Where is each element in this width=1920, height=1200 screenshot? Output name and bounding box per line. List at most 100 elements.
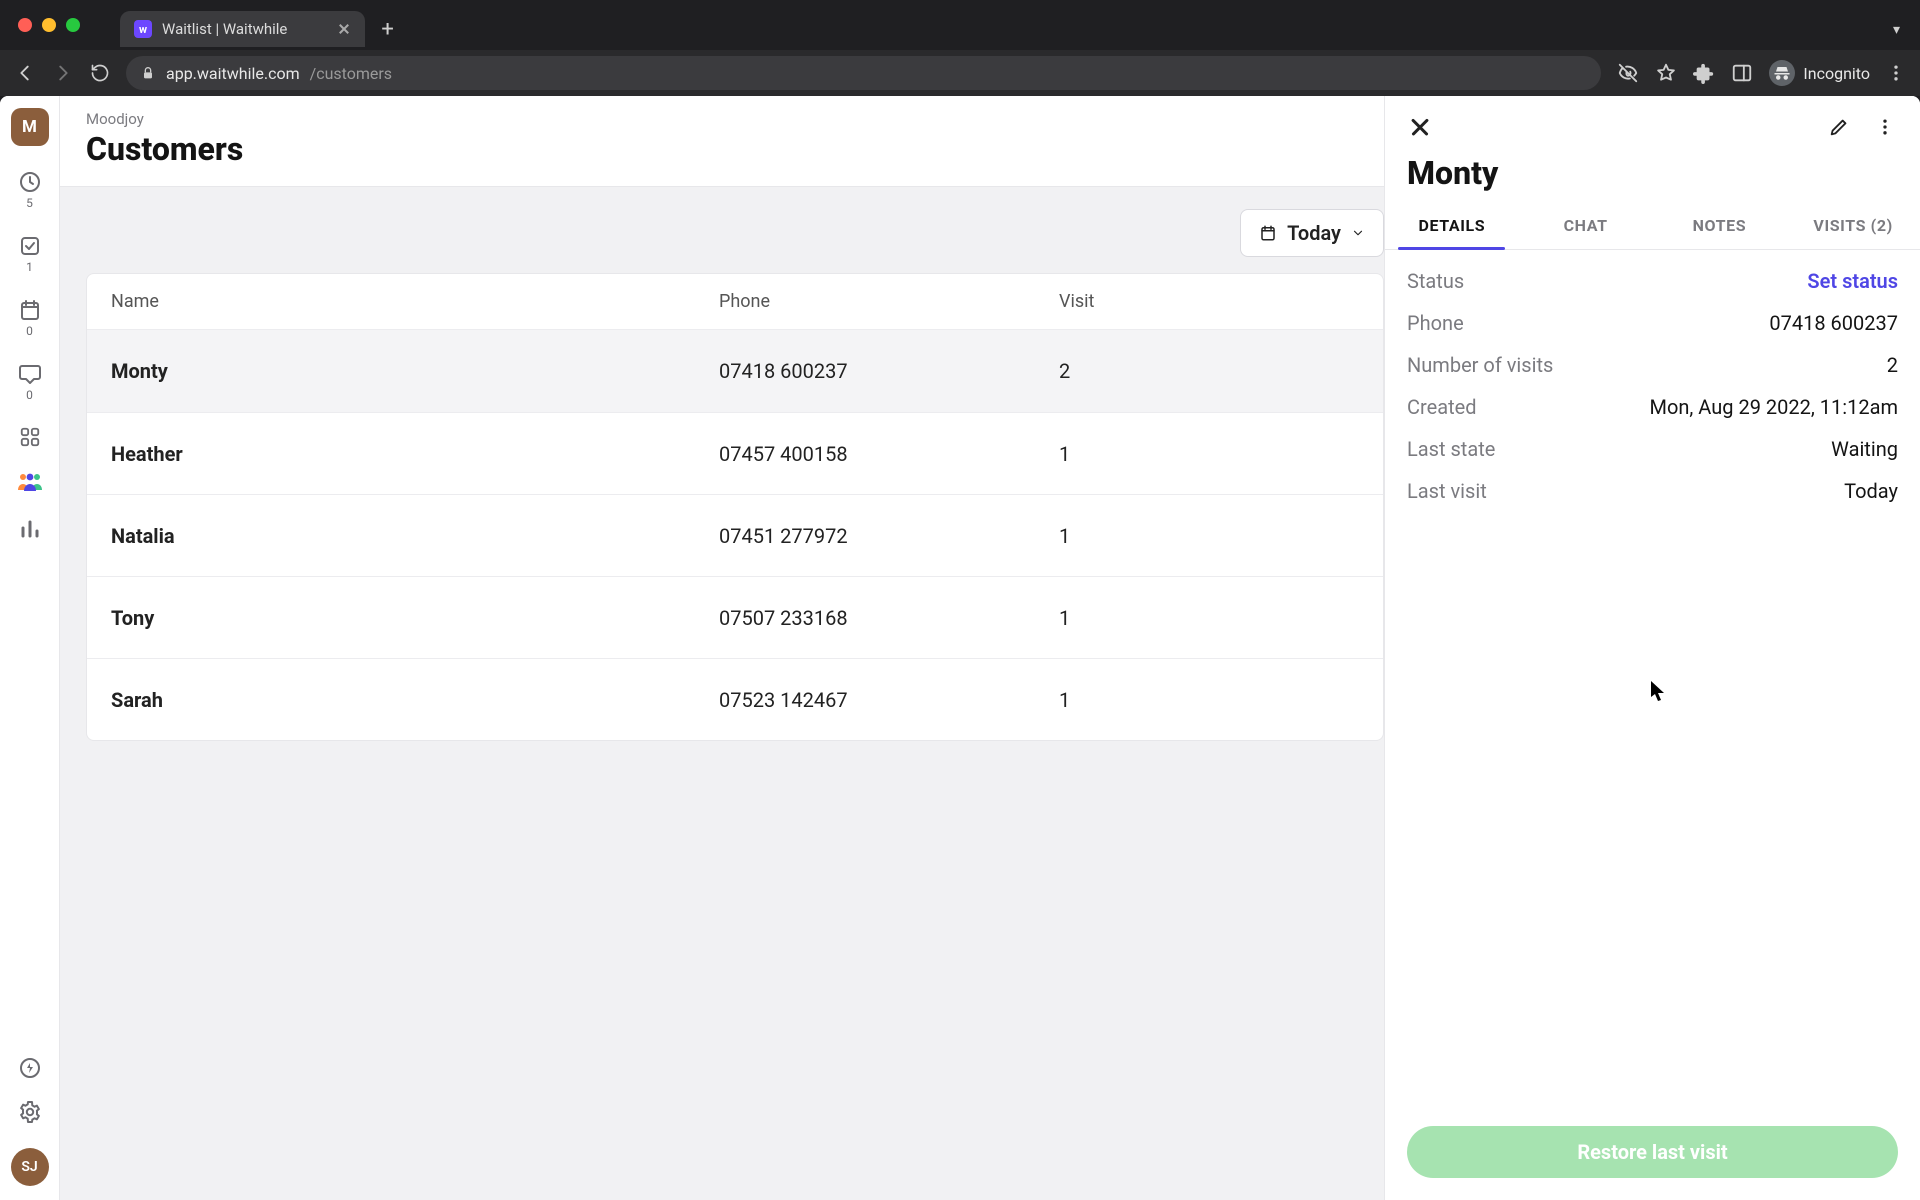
url-host: app.waitwhile.com xyxy=(166,64,300,83)
extensions-icon[interactable] xyxy=(1693,62,1715,84)
cell-name: Natalia xyxy=(111,524,719,548)
detail-row-laststate: Last state Waiting xyxy=(1407,432,1898,466)
grid-icon xyxy=(19,426,41,448)
macos-close-button[interactable] xyxy=(18,18,32,32)
rail-item-apps[interactable] xyxy=(19,426,41,448)
table-row[interactable]: Sarah07523 1424671 xyxy=(87,658,1383,740)
user-avatar[interactable]: SJ xyxy=(11,1148,49,1186)
detail-value: Mon, Aug 29 2022, 11:12am xyxy=(1650,395,1899,419)
date-filter-button[interactable]: Today xyxy=(1240,209,1384,257)
cell-name: Monty xyxy=(111,359,719,383)
col-name[interactable]: Name xyxy=(111,291,719,312)
browser-tab[interactable]: w Waitlist | Waitwhile xyxy=(120,11,365,47)
panel-header xyxy=(1385,96,1920,148)
table-row[interactable]: Heather07457 4001581 xyxy=(87,412,1383,494)
url-bar[interactable]: app.waitwhile.com/customers xyxy=(126,56,1601,90)
panel-tabs: DETAILS CHAT NOTES VISITS (2) xyxy=(1385,200,1920,250)
cell-visit: 1 xyxy=(1059,606,1359,630)
content-area: Today Name Phone Visit Monty07418 600237… xyxy=(60,187,1384,1200)
table-row[interactable]: Tony07507 2331681 xyxy=(87,576,1383,658)
tabbar-overflow-icon[interactable]: ▾ xyxy=(1893,22,1900,38)
cell-name: Sarah xyxy=(111,688,719,712)
rail-item-stats[interactable] xyxy=(18,516,42,540)
detail-row-visits: Number of visits 2 xyxy=(1407,348,1898,382)
side-panel-icon[interactable] xyxy=(1731,62,1753,84)
rail-item-checkbox[interactable]: 1 xyxy=(18,234,42,274)
detail-row-status: Status Set status xyxy=(1407,264,1898,298)
page-header: Moodjoy Customers xyxy=(60,96,1384,187)
calendar-icon xyxy=(18,298,42,322)
tab-favicon: w xyxy=(134,20,152,38)
customers-table: Name Phone Visit Monty07418 6002372Heath… xyxy=(86,273,1384,741)
nav-refresh-button[interactable] xyxy=(90,63,110,83)
macos-maximize-button[interactable] xyxy=(66,18,80,32)
rail-item-settings[interactable] xyxy=(18,1100,42,1124)
bolt-circle-icon xyxy=(18,1056,42,1080)
tab-details[interactable]: DETAILS xyxy=(1385,200,1519,249)
panel-title: Monty xyxy=(1385,148,1920,200)
rail-badge: 5 xyxy=(26,196,33,210)
kebab-icon xyxy=(1875,117,1895,137)
rail-item-clock[interactable]: 5 xyxy=(18,170,42,210)
cell-phone: 07457 400158 xyxy=(719,442,1059,466)
table-header: Name Phone Visit xyxy=(87,274,1383,330)
cell-visit: 2 xyxy=(1059,359,1359,383)
close-icon xyxy=(1410,117,1430,137)
tab-chat[interactable]: CHAT xyxy=(1519,200,1653,249)
nav-back-button[interactable] xyxy=(14,62,36,84)
col-visit[interactable]: Visit xyxy=(1059,291,1359,312)
cell-visit: 1 xyxy=(1059,524,1359,548)
table-row[interactable]: Monty07418 6002372 xyxy=(87,330,1383,412)
cell-phone: 07418 600237 xyxy=(719,359,1059,383)
rail-item-chat[interactable]: 0 xyxy=(18,362,42,402)
lock-icon xyxy=(140,65,156,81)
details-list: Status Set status Phone 07418 600237 Num… xyxy=(1385,250,1920,522)
detail-label: Phone xyxy=(1407,311,1464,335)
tab-visits[interactable]: VISITS (2) xyxy=(1786,200,1920,249)
new-tab-button[interactable]: + xyxy=(381,17,393,42)
rail-badge: 0 xyxy=(26,324,33,338)
main-column: Moodjoy Customers Today Name Phone Visit… xyxy=(60,96,1384,1200)
page-title: Customers xyxy=(86,130,1358,168)
incognito-indicator[interactable]: Incognito xyxy=(1769,60,1870,86)
detail-label: Status xyxy=(1407,269,1464,293)
detail-label: Last state xyxy=(1407,437,1495,461)
kebab-menu-icon[interactable] xyxy=(1886,63,1906,83)
pencil-icon xyxy=(1828,116,1850,138)
cell-visit: 1 xyxy=(1059,688,1359,712)
col-phone[interactable]: Phone xyxy=(719,291,1059,312)
cell-name: Heather xyxy=(111,442,719,466)
panel-more-button[interactable] xyxy=(1868,110,1902,144)
close-panel-button[interactable] xyxy=(1403,110,1437,144)
rail-badge: 0 xyxy=(26,388,33,402)
star-icon[interactable] xyxy=(1655,62,1677,84)
tab-close-icon[interactable] xyxy=(337,22,351,36)
workspace-logo[interactable]: M xyxy=(11,108,49,146)
gear-icon xyxy=(18,1100,42,1124)
chevron-down-icon xyxy=(1351,226,1365,240)
table-row[interactable]: Natalia07451 2779721 xyxy=(87,494,1383,576)
detail-row-phone: Phone 07418 600237 xyxy=(1407,306,1898,340)
incognito-label: Incognito xyxy=(1803,64,1870,83)
eye-off-icon[interactable] xyxy=(1617,62,1639,84)
breadcrumb[interactable]: Moodjoy xyxy=(86,110,1358,128)
rail-item-customers[interactable] xyxy=(17,472,43,492)
url-path: /customers xyxy=(310,64,392,83)
macos-window-controls[interactable] xyxy=(18,18,80,32)
incognito-icon xyxy=(1769,60,1795,86)
left-nav-rail: M 5 1 0 0 xyxy=(0,96,60,1200)
detail-value: Today xyxy=(1844,479,1898,503)
date-filter-label: Today xyxy=(1287,221,1341,245)
restore-last-visit-button[interactable]: Restore last visit xyxy=(1407,1126,1898,1178)
rail-item-calendar[interactable]: 0 xyxy=(18,298,42,338)
set-status-link[interactable]: Set status xyxy=(1807,269,1898,293)
edit-button[interactable] xyxy=(1822,110,1856,144)
detail-value: 07418 600237 xyxy=(1769,311,1898,335)
calendar-icon xyxy=(1259,224,1277,242)
nav-forward-button[interactable] xyxy=(52,62,74,84)
people-icon xyxy=(17,472,43,492)
tab-notes[interactable]: NOTES xyxy=(1653,200,1787,249)
rail-item-help[interactable] xyxy=(18,1056,42,1080)
cell-visit: 1 xyxy=(1059,442,1359,466)
macos-minimize-button[interactable] xyxy=(42,18,56,32)
